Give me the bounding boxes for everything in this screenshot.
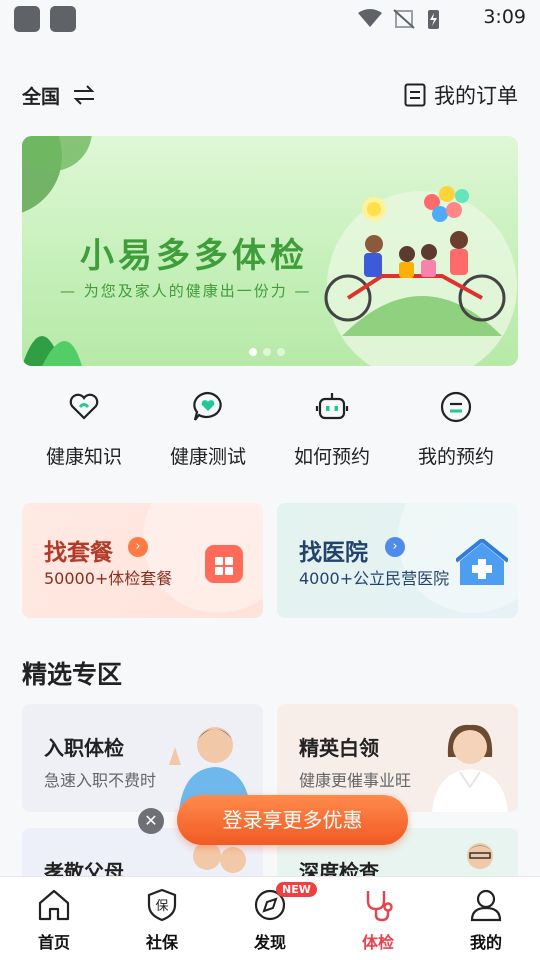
pagination-dot [249, 348, 257, 356]
arrow-right-icon: › [385, 537, 405, 557]
order-list-icon [404, 83, 426, 107]
nav-label: 体检 [361, 933, 394, 952]
featured-card-title: 入职体检 [44, 736, 124, 760]
find-hospital-subtitle: 4000+公立民营医院 [299, 569, 450, 588]
featured-card-title: 精英白领 [299, 736, 379, 760]
my-orders-button[interactable]: 我的订单 [404, 80, 518, 110]
quick-entry-my-bookings[interactable]: 我的预约 [394, 390, 518, 470]
notification-icon [50, 6, 76, 32]
nav-item-checkup[interactable]: 体检 [324, 877, 432, 960]
hospital-icon [456, 539, 508, 585]
find-hospital-card[interactable]: 找医院 › 4000+公立民营医院 [277, 503, 518, 618]
login-promo-button[interactable]: 登录享更多优惠 [177, 795, 408, 845]
home-icon [38, 889, 70, 921]
my-orders-label: 我的订单 [434, 84, 518, 108]
wifi-icon [358, 9, 382, 27]
pagination-dot [263, 348, 271, 356]
quick-entry-health-knowledge[interactable]: 健康知识 [22, 390, 146, 470]
clock: 3:09 [483, 6, 526, 28]
promo-banner[interactable]: 小易多多体检 — 为您及家人的健康出一份力 — [22, 136, 518, 366]
gift-icon [205, 545, 243, 583]
find-package-subtitle: 50000+体检套餐 [44, 569, 173, 588]
banner-title: 小易多多体检 [80, 236, 308, 276]
featured-card-subtitle: 急速入职不费时 [44, 771, 157, 790]
banner-subtitle: — 为您及家人的健康出一份力 — [60, 282, 312, 300]
nav-label: 首页 [37, 933, 70, 952]
nav-item-social-insurance[interactable]: 保 社保 [108, 877, 216, 960]
quick-entry-label: 如何预约 [293, 446, 370, 468]
quick-entry-health-test[interactable]: 健康测试 [146, 390, 270, 470]
close-login-prompt-button[interactable]: ✕ [138, 808, 164, 834]
stethoscope-icon [366, 891, 393, 922]
bottom-nav: 首页 保 社保 NEW 发现 体检 我的 [0, 876, 540, 960]
find-hospital-title: 找医院 [299, 540, 368, 566]
chat-heart-icon [193, 391, 222, 421]
region-selector[interactable]: 全国 [22, 82, 60, 109]
nav-label: 发现 [253, 933, 286, 952]
quick-entry-label: 健康知识 [45, 446, 122, 468]
nav-label: 社保 [145, 933, 178, 952]
find-package-card[interactable]: 找套餐 › 50000+体检套餐 [22, 503, 263, 618]
featured-card-subtitle: 健康更催事业旺 [299, 771, 412, 790]
quick-entry-how-to-book[interactable]: 如何预约 [270, 390, 394, 470]
quick-entry-label: 我的预约 [417, 446, 494, 468]
new-badge: NEW [276, 882, 317, 897]
arrow-right-icon: › [128, 537, 148, 557]
notification-icon [14, 6, 40, 32]
smile-face-icon [440, 391, 472, 423]
nav-label: 我的 [469, 933, 502, 952]
swap-icon[interactable] [72, 84, 96, 106]
nav-item-discover[interactable]: NEW 发现 [216, 877, 324, 960]
robot-icon [315, 393, 349, 420]
banner-pagination [249, 348, 285, 356]
header: 全国 我的订单 [0, 72, 540, 120]
quick-entries: 健康知识 健康测试 如何预约 我的预约 [22, 390, 518, 470]
section-title: 精选专区 [22, 660, 123, 689]
status-bar: 3:09 [0, 0, 540, 36]
status-icons [358, 9, 439, 29]
quick-entry-label: 健康测试 [169, 446, 246, 468]
pagination-dot [277, 348, 285, 356]
nav-item-mine[interactable]: 我的 [432, 877, 540, 960]
shield-icon: 保 [147, 888, 177, 922]
heart-hand-icon [69, 393, 99, 420]
svg-text:保: 保 [155, 899, 168, 914]
find-package-title: 找套餐 [44, 540, 113, 566]
woman-photo [432, 724, 508, 812]
user-icon [470, 889, 502, 922]
nav-item-home[interactable]: 首页 [0, 877, 108, 960]
